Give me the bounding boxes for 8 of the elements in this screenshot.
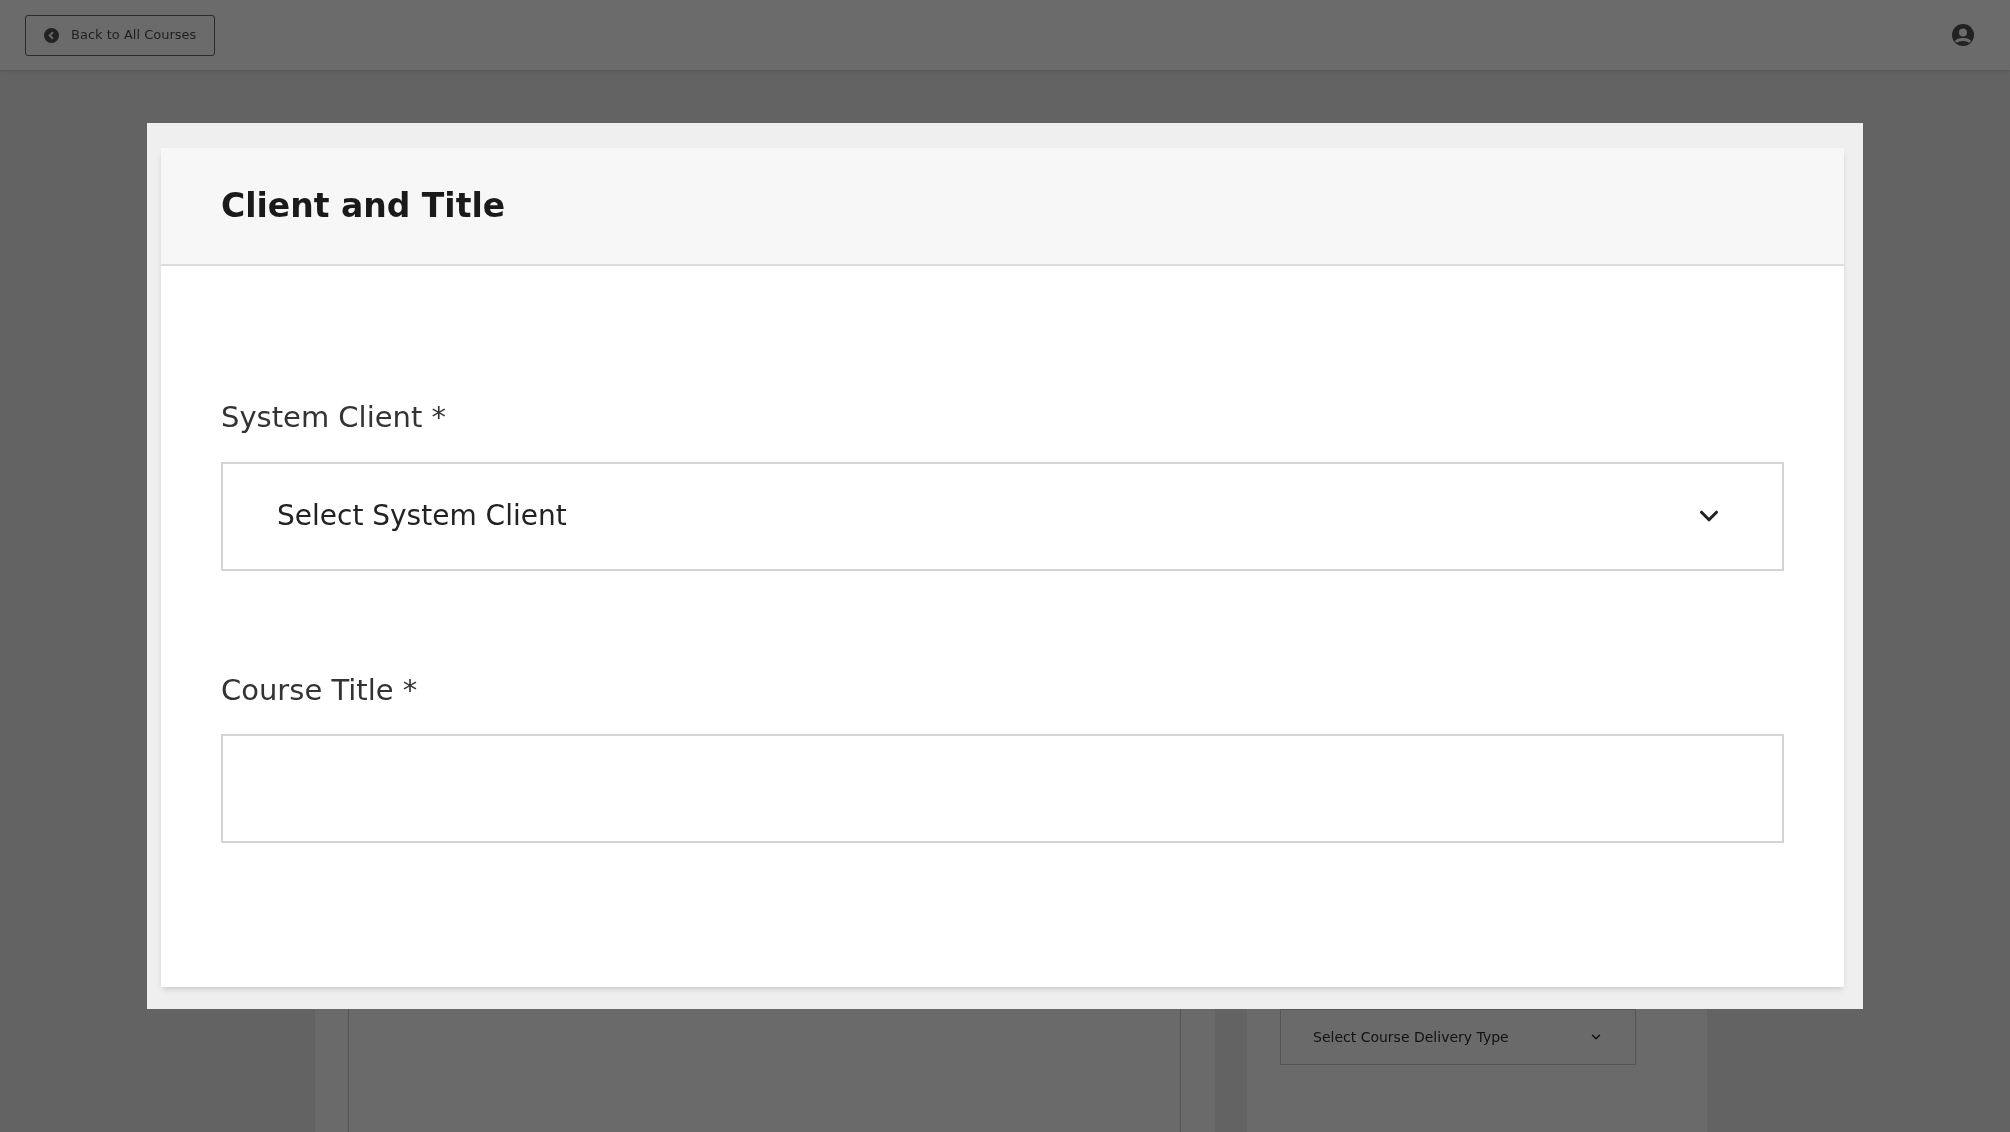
course-title-field[interactable] [221, 734, 1784, 843]
delivery-type-select[interactable]: Select Course Delivery Type [1280, 1009, 1636, 1065]
modal-title: Client and Title [221, 185, 506, 228]
back-button[interactable]: Back to All Courses [25, 14, 216, 56]
field-label: Course Title * [221, 671, 419, 709]
user-avatar-icon[interactable] [1951, 23, 1975, 47]
field-label: System Client * [221, 399, 448, 436]
system-client-select[interactable]: Select System Client [221, 461, 1784, 571]
